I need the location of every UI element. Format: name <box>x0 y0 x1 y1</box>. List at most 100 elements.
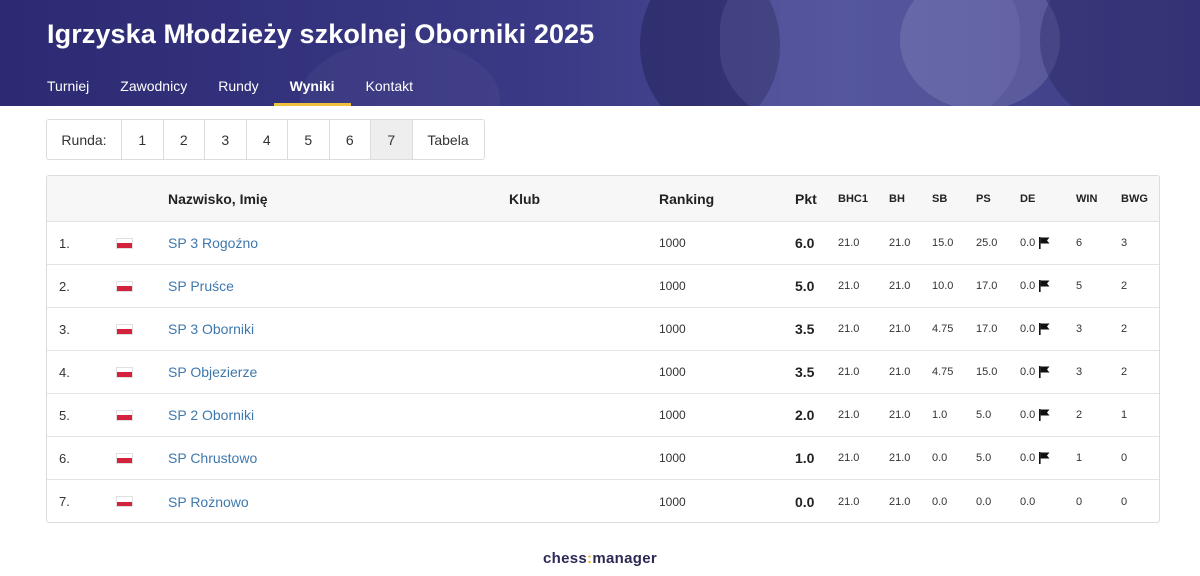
team-name-link[interactable]: SP Pruśce <box>168 265 234 307</box>
header-bhc1[interactable]: BHC1 <box>838 176 868 221</box>
round-button-4[interactable]: 4 <box>247 120 288 159</box>
bhc1-cell-text: 21.0 <box>838 409 860 421</box>
round-button-1[interactable]: 1 <box>122 120 164 159</box>
ps-cell: 25.0 <box>976 222 997 264</box>
round-button-6[interactable]: 6 <box>330 120 371 159</box>
round-label: Runda: <box>47 120 122 159</box>
ranking-cell: 1000 <box>659 222 686 264</box>
header-ps[interactable]: PS <box>976 176 991 221</box>
header-bh[interactable]: BH <box>889 176 905 221</box>
de-cell: 0.0 <box>1020 222 1050 264</box>
bhc1-cell-text: 21.0 <box>838 237 860 249</box>
ps-cell-text: 0.0 <box>976 495 992 508</box>
de-cell-text: 0.0 <box>1020 323 1036 335</box>
position-cell-text: 1. <box>59 235 70 251</box>
position-cell-text: 6. <box>59 450 70 466</box>
header-de[interactable]: DE <box>1020 176 1035 221</box>
header-sb[interactable]: SB <box>932 176 947 221</box>
bh-cell: 21.0 <box>889 265 910 307</box>
team-name-link[interactable]: SP 3 Oborniki <box>168 308 254 350</box>
bwg-cell: 2 <box>1121 308 1127 350</box>
ranking-cell-text: 1000 <box>659 365 686 379</box>
table-body: 1. SP 3 Rogoźno 1000 6.0 21.0 21.0 15.0 25.0 0.0… <box>47 222 1159 522</box>
position-cell: 3. <box>59 308 70 350</box>
team-name-link-text[interactable]: SP Pruśce <box>168 278 234 294</box>
sb-cell-text: 15.0 <box>932 237 954 249</box>
de-cell: 0.0 <box>1020 437 1050 479</box>
header-pkt[interactable]: Pkt <box>795 176 817 221</box>
header-win[interactable]: WIN <box>1076 176 1097 221</box>
ps-cell: 5.0 <box>976 394 991 436</box>
bwg-cell-text: 3 <box>1121 237 1128 249</box>
round-button-5[interactable]: 5 <box>288 120 330 159</box>
pl-flag-icon <box>116 394 133 436</box>
team-name-link-text[interactable]: SP 3 Oborniki <box>168 321 254 337</box>
team-name-link-text[interactable]: SP 2 Oborniki <box>168 407 254 423</box>
ps-cell: 17.0 <box>976 265 997 307</box>
position-cell: 7. <box>59 480 70 522</box>
position-cell-text: 2. <box>59 278 70 294</box>
bhc1-cell: 21.0 <box>838 437 859 479</box>
de-cell: 0.0 <box>1020 480 1036 522</box>
bwg-cell: 2 <box>1121 265 1127 307</box>
chessmanager-logo[interactable]: chess:manager <box>0 550 1200 567</box>
ranking-cell-text: 1000 <box>659 322 686 336</box>
round-button-3[interactable]: 3 <box>205 120 247 159</box>
flag-icon <box>1039 366 1050 378</box>
team-name-link[interactable]: SP Rożnowo <box>168 480 249 522</box>
team-name-link-text[interactable]: SP 3 Rogoźno <box>168 235 258 251</box>
win-cell: 1 <box>1076 437 1082 479</box>
tabela-button[interactable]: Tabela <box>413 120 484 159</box>
sb-cell-text: 10.0 <box>932 280 954 292</box>
points-cell-text: 6.0 <box>795 235 815 251</box>
sb-cell: 0.0 <box>932 480 947 522</box>
round-button-7[interactable]: 7 <box>371 120 413 159</box>
pl-flag-icon <box>116 480 133 522</box>
team-name-link[interactable]: SP Chrustowo <box>168 437 257 479</box>
bwg-cell-text: 0 <box>1121 495 1128 508</box>
table-header: Nazwisko, Imię Klub Ranking Pkt BHC1 BH … <box>47 176 1159 222</box>
header-club[interactable]: Klub <box>509 176 540 221</box>
win-cell-text: 3 <box>1076 366 1083 378</box>
main-nav: Turniej Zawodnicy Rundy Wyniki Kontakt <box>47 70 444 106</box>
de-cell: 0.0 <box>1020 351 1050 393</box>
pl-flag-icon <box>116 308 133 350</box>
team-name-link[interactable]: SP 2 Oborniki <box>168 394 254 436</box>
points-cell: 3.5 <box>795 351 814 393</box>
ps-cell-text: 15.0 <box>976 366 998 378</box>
results-table: Nazwisko, Imię Klub Ranking Pkt BHC1 BH … <box>46 175 1160 523</box>
de-cell-text: 0.0 <box>1020 495 1036 508</box>
pl-flag-icon <box>116 222 133 264</box>
nav-turniej[interactable]: Turniej <box>47 70 89 106</box>
bh-cell-text: 21.0 <box>889 323 911 335</box>
points-cell-text: 0.0 <box>795 493 815 510</box>
ranking-cell: 1000 <box>659 394 686 436</box>
de-cell: 0.0 <box>1020 394 1050 436</box>
points-cell: 6.0 <box>795 222 814 264</box>
header-bwg[interactable]: BWG <box>1121 176 1148 221</box>
team-name-link-text[interactable]: SP Chrustowo <box>168 450 257 466</box>
win-cell: 6 <box>1076 222 1082 264</box>
bwg-cell-text: 0 <box>1121 452 1128 464</box>
position-cell: 2. <box>59 265 70 307</box>
nav-kontakt[interactable]: Kontakt <box>366 70 413 106</box>
ranking-cell: 1000 <box>659 437 686 479</box>
points-cell-text: 5.0 <box>795 278 815 294</box>
bhc1-cell: 21.0 <box>838 480 859 522</box>
points-cell: 3.5 <box>795 308 814 350</box>
pl-flag-icon <box>116 265 133 307</box>
ranking-cell: 1000 <box>659 480 686 522</box>
round-button-2[interactable]: 2 <box>164 120 205 159</box>
team-name-link[interactable]: SP Objezierze <box>168 351 257 393</box>
nav-rundy[interactable]: Rundy <box>218 70 258 106</box>
team-name-link[interactable]: SP 3 Rogoźno <box>168 222 258 264</box>
nav-wyniki[interactable]: Wyniki <box>273 70 351 106</box>
nav-zawodnicy[interactable]: Zawodnicy <box>120 70 187 106</box>
header-ranking[interactable]: Ranking <box>659 176 714 221</box>
sb-cell-text: 0.0 <box>932 452 948 464</box>
table-row: 7. SP Rożnowo 1000 0.0 21.0 21.0 0.0 0.0 0.0 0 0 <box>47 480 1159 522</box>
team-name-link-text[interactable]: SP Objezierze <box>168 364 257 380</box>
header-name[interactable]: Nazwisko, Imię <box>168 176 268 221</box>
table-row: 1. SP 3 Rogoźno 1000 6.0 21.0 21.0 15.0 25.0 0.0… <box>47 222 1159 265</box>
team-name-link-text[interactable]: SP Rożnowo <box>168 494 249 510</box>
